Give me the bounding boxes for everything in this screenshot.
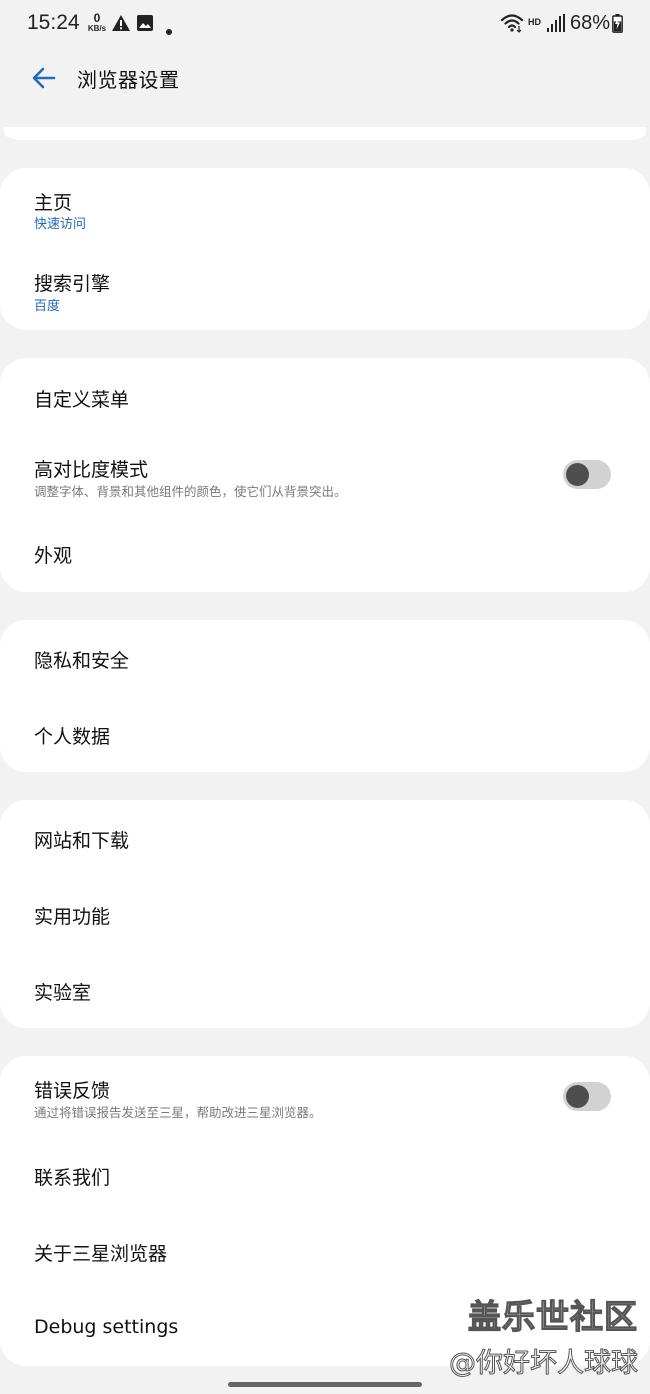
setting-search-engine-title: 搜索引擎 [34,273,111,295]
setting-custom-menu[interactable]: 自定义菜单 [0,358,650,430]
setting-error-feedback-desc: 通过将错误报告发送至三星，帮助改进三星浏览器。 [34,1105,322,1120]
setting-custom-menu-title: 自定义菜单 [34,389,130,411]
setting-privacy[interactable]: 隐私和安全 [0,620,650,696]
setting-labs[interactable]: 实验室 [0,952,650,1028]
setting-debug-title: Debug settings [34,1316,179,1338]
setting-high-contrast[interactable]: 高对比度模式 调整字体、背景和其他组件的颜色，使它们从背景突出。 [0,430,650,516]
arrow-left-icon [32,67,56,93]
status-time: 15:24 [27,11,80,34]
setting-sites-downloads[interactable]: 网站和下载 [0,800,650,876]
back-button[interactable] [22,60,66,100]
setting-appearance[interactable]: 外观 [0,516,650,592]
setting-homepage-title: 主页 [34,192,73,214]
hd-badge: HD [528,17,541,27]
setting-high-contrast-title: 高对比度模式 [34,459,149,481]
status-bar: 15:24 0 KB/s HD 68% [0,0,650,48]
setting-personal-data[interactable]: 个人数据 [0,696,650,772]
card-sites: 网站和下载 实用功能 实验室 [0,800,650,1028]
setting-high-contrast-desc: 调整字体、背景和其他组件的颜色，使它们从背景突出。 [34,484,347,499]
network-speed-unit: KB/s [87,24,107,33]
setting-about[interactable]: 关于三星浏览器 [0,1214,650,1290]
toggle-knob [566,1085,589,1108]
battery-charging-icon [612,14,623,37]
high-contrast-toggle[interactable] [563,460,611,489]
setting-personal-data-title: 个人数据 [34,726,111,748]
battery-percent: 68% [570,12,611,34]
card-top-remnant [4,127,646,140]
setting-useful-features-title: 实用功能 [34,906,111,928]
watermark-user: @你好坏人球球 [449,1348,639,1380]
app-bar: 浏览器设置 [0,48,650,110]
network-speed-value: 0 [93,11,101,25]
home-indicator[interactable] [228,1382,422,1387]
card-privacy: 隐私和安全 个人数据 [0,620,650,772]
signal-icon [547,14,565,36]
setting-contact-us-title: 联系我们 [34,1167,111,1189]
image-icon [137,15,153,35]
setting-error-feedback[interactable]: 错误反馈 通过将错误报告发送至三星，帮助改进三星浏览器。 [0,1056,650,1138]
card-browsing: 主页 快速访问 搜索引擎 百度 [0,168,650,330]
error-feedback-toggle[interactable] [563,1082,611,1111]
toggle-knob [566,463,589,486]
setting-error-feedback-title: 错误反馈 [34,1080,111,1102]
wifi-icon [500,13,524,37]
setting-appearance-title: 外观 [34,545,73,567]
setting-useful-features[interactable]: 实用功能 [0,876,650,952]
setting-homepage[interactable]: 主页 快速访问 [0,168,650,250]
setting-sites-downloads-title: 网站和下载 [34,830,130,852]
setting-homepage-value: 快速访问 [34,217,87,232]
page-title: 浏览器设置 [77,68,180,92]
dot-icon [166,20,172,39]
setting-search-engine[interactable]: 搜索引擎 百度 [0,250,650,330]
setting-contact-us[interactable]: 联系我们 [0,1138,650,1214]
setting-about-title: 关于三星浏览器 [34,1243,168,1265]
setting-search-engine-value: 百度 [34,299,61,314]
setting-privacy-title: 隐私和安全 [34,650,130,672]
card-display: 自定义菜单 高对比度模式 调整字体、背景和其他组件的颜色，使它们从背景突出。 外… [0,358,650,592]
warning-icon [112,15,130,35]
network-speed: 0 KB/s [86,11,108,34]
setting-labs-title: 实验室 [34,982,92,1004]
watermark-community: 盖乐世社区 [467,1296,638,1336]
